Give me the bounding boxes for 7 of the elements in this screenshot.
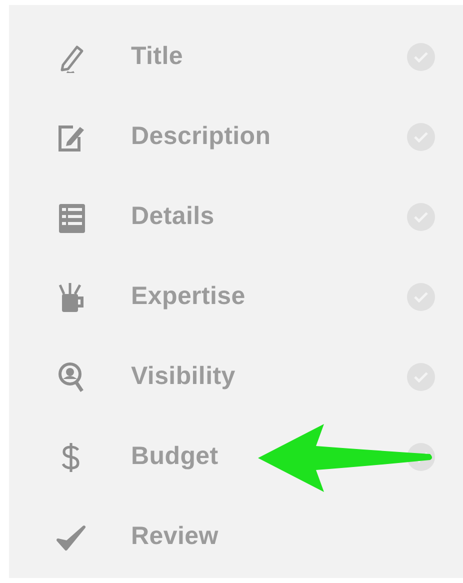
step-label[interactable]: Visibility: [131, 358, 236, 396]
step-label[interactable]: Title: [131, 38, 183, 76]
step-label[interactable]: Review: [131, 518, 218, 556]
step-label[interactable]: Budget: [131, 438, 218, 476]
step-label[interactable]: Details: [131, 198, 214, 236]
step-label[interactable]: Description: [131, 118, 271, 156]
step-label[interactable]: Expertise: [131, 278, 246, 316]
